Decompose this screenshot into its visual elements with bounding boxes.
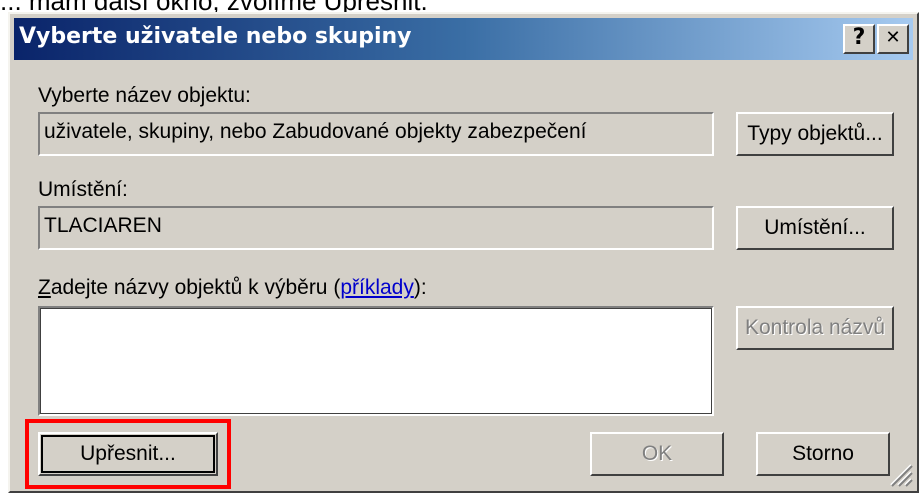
object-names-input[interactable] <box>38 306 714 416</box>
names-label-accel: Z <box>38 276 51 299</box>
check-names-button[interactable]: Kontrola názvů <box>736 306 894 350</box>
title-bar[interactable]: Vyberte uživatele nebo skupiny ? ✕ <box>14 18 913 60</box>
object-types-button[interactable]: Typy objektů... <box>736 112 894 156</box>
resize-grip-icon[interactable] <box>887 461 913 487</box>
location-label: Umístění: <box>38 178 128 201</box>
cancel-button[interactable]: Storno <box>756 432 890 476</box>
ok-button[interactable]: OK <box>590 432 724 476</box>
object-type-field: uživatele, skupiny, nebo Zabudované obje… <box>38 112 714 156</box>
examples-link[interactable]: příklady <box>340 276 414 299</box>
names-label-text: adejte názvy objektů k výběru ( <box>50 276 341 299</box>
names-label-end: ): <box>413 276 427 299</box>
close-icon[interactable]: ✕ <box>877 24 909 54</box>
object-type-label: Vyberte název objektu: <box>38 84 251 107</box>
help-icon[interactable]: ? <box>843 24 875 54</box>
select-users-dialog: Vyberte uživatele nebo skupiny ? ✕ Vyber… <box>8 12 919 493</box>
location-field: TLACIAREN <box>38 206 714 250</box>
names-label: Zadejte názvy objektů k výběru (příklady… <box>38 276 427 300</box>
dialog-title: Vyberte uživatele nebo skupiny <box>19 24 412 49</box>
advanced-button[interactable]: Upřesnit... <box>38 432 218 476</box>
locations-button[interactable]: Umístění... <box>736 206 894 250</box>
